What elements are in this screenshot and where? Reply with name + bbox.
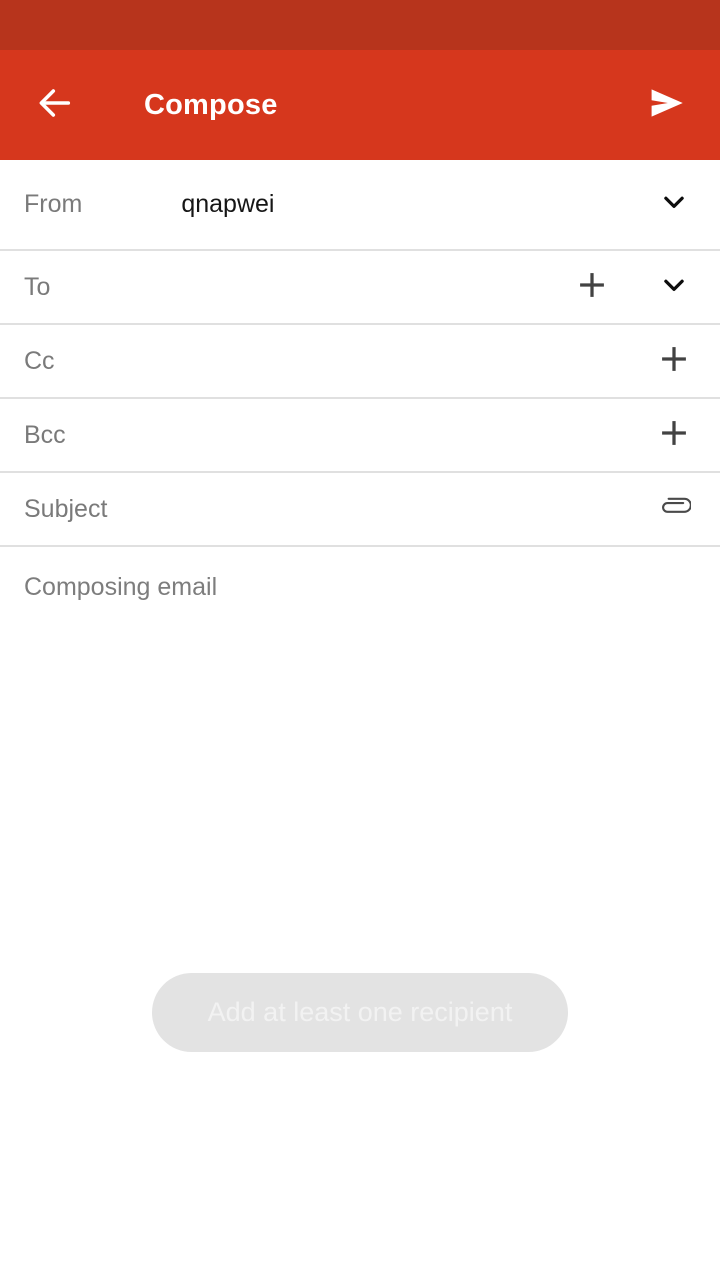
from-label: From <box>24 190 83 218</box>
send-icon <box>646 82 688 129</box>
compose-screen: Compose From qnapwei To Cc Bcc Subject C… <box>0 0 720 1280</box>
plus-icon <box>657 416 691 455</box>
body-placeholder: Composing email <box>24 573 218 601</box>
chevron-down-icon <box>659 270 689 305</box>
app-bar: Compose <box>0 50 720 160</box>
cc-label: Cc <box>24 346 55 375</box>
subject-row-actions <box>652 487 696 531</box>
arrow-left-icon <box>35 83 75 128</box>
status-bar <box>0 0 720 50</box>
bcc-label: Bcc <box>24 420 66 449</box>
to-label: To <box>24 272 51 301</box>
cc-row-actions <box>652 339 696 383</box>
plus-icon <box>657 342 691 381</box>
to-row-actions <box>570 265 696 309</box>
toast-message: Add at least one recipient <box>152 973 568 1052</box>
field-row-from[interactable]: From qnapwei <box>0 160 720 251</box>
bcc-add-recipient-button[interactable] <box>652 413 696 457</box>
email-body-area[interactable]: Composing email <box>0 547 720 1167</box>
page-title: Compose <box>144 88 278 121</box>
field-row-to[interactable]: To <box>0 251 720 325</box>
to-add-recipient-button[interactable] <box>570 265 614 309</box>
plus-icon <box>575 268 609 307</box>
bcc-row-actions <box>652 413 696 457</box>
from-dropdown-button[interactable] <box>652 183 696 227</box>
subject-label: Subject <box>24 494 108 523</box>
field-row-bcc[interactable]: Bcc <box>0 399 720 473</box>
paperclip-icon <box>657 490 692 529</box>
send-button[interactable] <box>638 76 696 134</box>
field-row-cc[interactable]: Cc <box>0 325 720 399</box>
toast-text: Add at least one recipient <box>207 997 513 1027</box>
cc-add-recipient-button[interactable] <box>652 339 696 383</box>
from-row-actions <box>652 183 696 227</box>
back-button[interactable] <box>26 76 84 134</box>
to-dropdown-button[interactable] <box>652 265 696 309</box>
from-value[interactable]: qnapwei <box>181 192 652 217</box>
field-row-subject[interactable]: Subject <box>0 473 720 547</box>
chevron-down-icon <box>659 187 689 222</box>
attach-file-button[interactable] <box>652 487 696 531</box>
